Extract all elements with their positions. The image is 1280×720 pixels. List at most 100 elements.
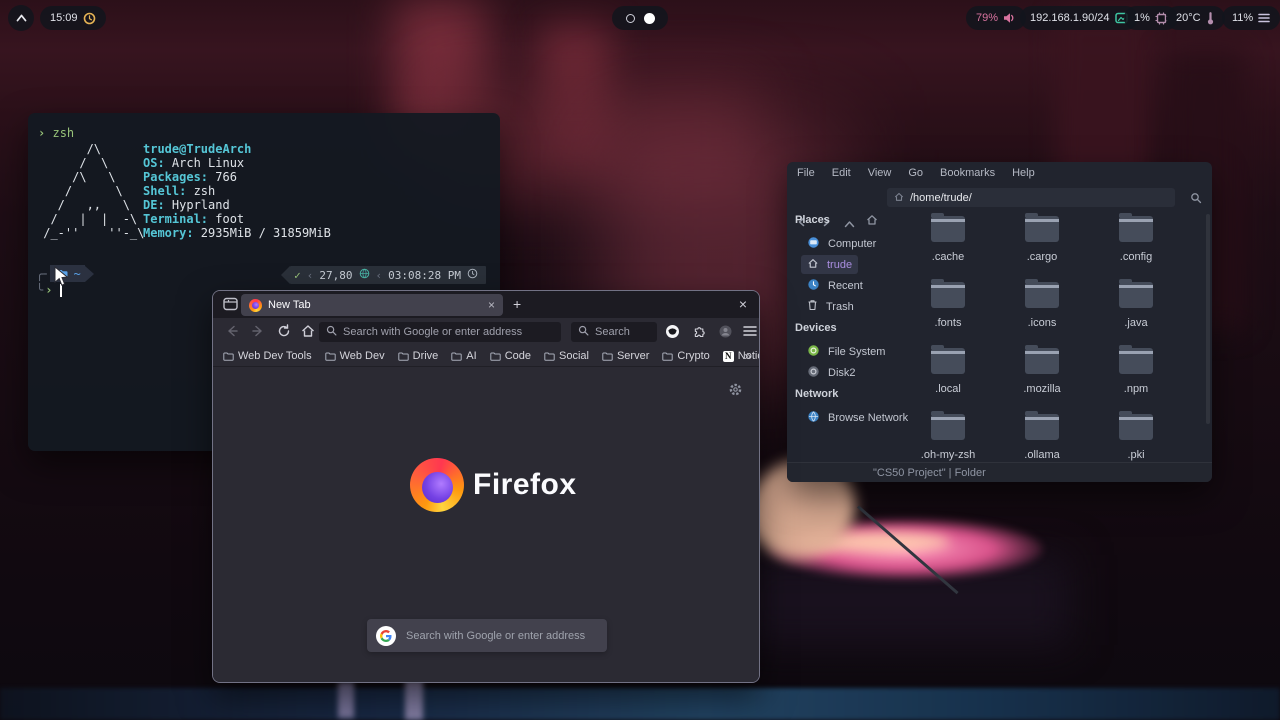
reload-icon[interactable] (277, 324, 291, 343)
ascii-line: /\ \ (36, 170, 144, 184)
globe-icon (359, 268, 370, 282)
folder-item[interactable]: .cache (901, 208, 995, 274)
recent-clock-icon (807, 279, 820, 293)
path-bar[interactable] (887, 188, 1175, 207)
fetch-row: OS: Arch Linux (143, 156, 331, 170)
home-icon[interactable] (301, 324, 315, 343)
bookmark-folder[interactable]: Social (544, 350, 589, 362)
folder-icon (1025, 348, 1059, 374)
bookmark-folder[interactable]: Crypto (662, 350, 709, 362)
prompt-cwd: ~ (73, 267, 80, 281)
url-bar[interactable] (319, 322, 561, 342)
folder-item[interactable]: .icons (995, 274, 1089, 340)
newtab-search-input[interactable] (406, 630, 598, 642)
status-bar: "CS50 Project" | Folder (787, 462, 1212, 482)
menu-view[interactable]: View (868, 167, 892, 179)
bookmark-label: Code (505, 350, 531, 362)
sidebar-item-browse-network[interactable]: Browse Network (801, 408, 914, 427)
folder-label: .java (1124, 317, 1147, 329)
clock-widget[interactable]: 15:09 (40, 6, 106, 30)
bookmark-folder[interactable]: Web Dev (325, 350, 385, 362)
folder-item[interactable]: .config (1089, 208, 1183, 274)
folder-icon (1119, 414, 1153, 440)
menu-file[interactable]: File (797, 167, 815, 179)
bookmark-folder[interactable]: Drive (398, 350, 439, 362)
extensions-puzzle-icon[interactable] (692, 324, 707, 344)
sidebar-item-trash[interactable]: Trash (801, 297, 860, 316)
sidebar-item-recent[interactable]: Recent (801, 276, 869, 295)
bookmark-notion[interactable]: NNotion (723, 350, 760, 362)
folder-grid: .cache .cargo .config .fonts .icons .jav… (901, 208, 1183, 472)
ascii-line: / \ (36, 156, 144, 170)
folder-label: .ollama (1024, 449, 1059, 461)
memory-label: 11% (1232, 12, 1253, 24)
firefox-window[interactable]: New Tab × + × Web Dev Tools Web (212, 290, 760, 683)
ascii-line: /\ (36, 142, 144, 156)
path-input[interactable] (910, 192, 1168, 204)
firefox-wordmark: Firefox (473, 468, 577, 502)
menu-edit[interactable]: Edit (832, 167, 851, 179)
rprompt-time: 03:08:28 PM (388, 269, 461, 282)
settings-gear-icon[interactable] (728, 382, 743, 402)
window-close-icon[interactable]: × (739, 296, 747, 312)
workspace-dot-active[interactable] (644, 13, 655, 24)
home-icon[interactable] (866, 213, 878, 231)
folder-label: .mozilla (1023, 383, 1060, 395)
fetch-value: zsh (186, 184, 215, 198)
prompt-arrow: › (45, 283, 52, 297)
folder-item[interactable]: .npm (1089, 340, 1183, 406)
bookmark-folder[interactable]: Code (490, 350, 531, 362)
sidebar-item-trude[interactable]: trude (801, 255, 858, 274)
folder-item[interactable]: .local (901, 340, 995, 406)
workspaces-widget[interactable] (612, 6, 668, 30)
folder-item[interactable]: .fonts (901, 274, 995, 340)
temperature-widget[interactable]: 20°C (1166, 6, 1225, 30)
launcher-button[interactable] (8, 5, 34, 31)
folder-label: .config (1120, 251, 1152, 263)
ascii-line: / \ (36, 184, 144, 198)
tab-close-icon[interactable]: × (488, 298, 495, 312)
sidebar-item-disk2[interactable]: Disk2 (801, 363, 862, 382)
search-icon[interactable] (1190, 191, 1202, 209)
network-widget[interactable]: 192.168.1.90/24 (1020, 6, 1138, 30)
speaker-icon (1003, 12, 1016, 24)
fetch-label: OS: (143, 156, 165, 170)
forward-icon[interactable] (251, 324, 265, 343)
adblocker-mask-icon[interactable] (665, 324, 680, 344)
workspace-dot-inactive[interactable] (626, 14, 635, 23)
folder-icon (1025, 282, 1059, 308)
account-icon[interactable] (719, 325, 732, 343)
file-manager-window[interactable]: File Edit View Go Bookmarks Help Places … (787, 162, 1212, 482)
sidebar-item-file-system[interactable]: File System (801, 342, 891, 361)
menu-hamburger-icon[interactable] (743, 324, 757, 342)
newtab-search-bar[interactable] (367, 619, 607, 652)
bookmark-folder[interactable]: AI (451, 350, 476, 362)
fetch-row: Terminal: foot (143, 212, 331, 226)
memory-widget[interactable]: 11% (1222, 6, 1280, 30)
menu-help[interactable]: Help (1012, 167, 1035, 179)
new-tab-icon[interactable]: + (513, 296, 521, 312)
fetch-value: foot (208, 212, 244, 226)
url-input[interactable] (343, 326, 554, 338)
bookmark-folder[interactable]: Web Dev Tools (223, 350, 312, 362)
folder-label: .fonts (935, 317, 962, 329)
search-box[interactable] (571, 322, 657, 342)
tab-new-tab[interactable]: New Tab × (241, 294, 503, 316)
folder-label: .cargo (1027, 251, 1058, 263)
folder-item[interactable]: .mozilla (995, 340, 1089, 406)
powerline-separator (85, 266, 94, 282)
up-icon[interactable] (844, 215, 855, 233)
chevron-double-right-icon[interactable]: » (744, 349, 751, 363)
search-input[interactable] (595, 326, 650, 338)
menu-bookmarks[interactable]: Bookmarks (940, 167, 995, 179)
folder-item[interactable]: .java (1089, 274, 1183, 340)
command-text: zsh (52, 126, 74, 140)
back-icon[interactable] (225, 324, 239, 343)
vertical-scrollbar[interactable] (1206, 214, 1210, 424)
menu-go[interactable]: Go (908, 167, 923, 179)
folder-item[interactable]: .cargo (995, 208, 1089, 274)
bookmark-folder[interactable]: Server (602, 350, 649, 362)
volume-widget[interactable]: 79% (966, 6, 1026, 30)
firefox-view-icon[interactable] (223, 297, 238, 316)
sidebar-item-computer[interactable]: Computer (801, 234, 882, 253)
